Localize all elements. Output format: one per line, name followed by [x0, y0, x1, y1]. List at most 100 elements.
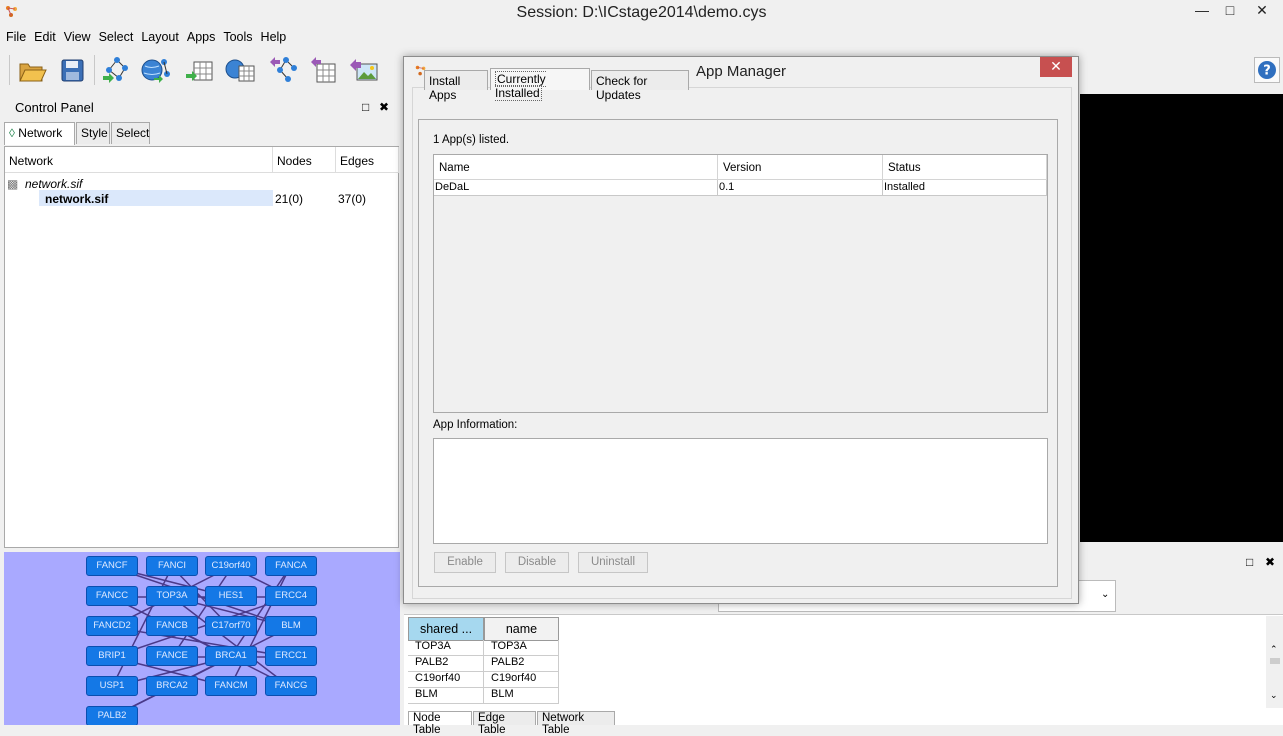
network-view-canvas[interactable] [1080, 94, 1283, 542]
tab-currently-installed-label: Currently Installed [495, 71, 546, 101]
graph-node: BLM [265, 616, 317, 636]
table-cell[interactable]: C19orf40 [484, 672, 559, 688]
close-table-panel-button[interactable]: ✖ [1265, 555, 1275, 569]
tab-node-table[interactable]: Node Table [408, 711, 472, 736]
export-image-icon[interactable] [347, 54, 379, 86]
uninstall-button[interactable]: Uninstall [578, 552, 648, 573]
open-session-icon[interactable] [16, 54, 48, 86]
column-header-name[interactable]: name [484, 617, 559, 641]
column-header-edges[interactable]: Edges [336, 147, 399, 173]
column-header-version[interactable]: Version [718, 155, 883, 180]
table-cell[interactable]: TOP3A [484, 640, 559, 656]
disable-button[interactable]: Disable [505, 552, 569, 573]
tab-network-table[interactable]: Network Table [537, 711, 615, 736]
graph-node: FANCG [265, 676, 317, 696]
network-name[interactable]: network.sif [45, 192, 108, 206]
control-panel: Control Panel □ ✖ ◊ Network Style Select… [0, 96, 402, 550]
import-table-web-icon[interactable] [224, 54, 256, 86]
scroll-up-icon[interactable]: ⌃ [1270, 644, 1278, 655]
minimize-button[interactable]: — [1188, 2, 1216, 20]
save-session-icon[interactable] [56, 54, 88, 86]
app-manager-dialog: App Manager ✕ Install Apps Currently Ins… [403, 56, 1079, 604]
network-edge-count: 37(0) [338, 192, 367, 206]
table-cell[interactable]: BLM [484, 688, 559, 704]
graph-node: FANCA [265, 556, 317, 576]
app-name-cell[interactable]: DeDaL [434, 180, 718, 196]
tab-check-for-updates[interactable]: Check for Updates [591, 70, 689, 102]
tab-network[interactable]: ◊ Network [4, 122, 75, 145]
close-window-button[interactable]: ✕ [1248, 2, 1276, 20]
menu-edit[interactable]: Edit [30, 28, 60, 46]
table-scrollbar[interactable]: ⌃ ⌄ [1266, 616, 1283, 708]
menu-layout[interactable]: Layout [137, 28, 183, 46]
graph-node: FANCM [205, 676, 257, 696]
scroll-thumb[interactable] [1270, 658, 1280, 664]
installed-apps-table: Name Version Status DeDaL 0.1 Installed [433, 154, 1048, 413]
network-node-count: 21(0) [275, 192, 304, 206]
table-cell[interactable]: TOP3A [408, 640, 484, 656]
tab-edge-table[interactable]: Edge Table [473, 711, 536, 736]
menu-tools[interactable]: Tools [219, 28, 256, 46]
chevron-down-icon: ⌄ [1101, 589, 1110, 600]
scroll-down-icon[interactable]: ⌄ [1270, 690, 1278, 701]
table-panel-header: □ ✖ [1080, 552, 1283, 574]
tab-install-apps[interactable]: Install Apps [424, 70, 488, 102]
graph-node: HES1 [205, 586, 257, 606]
app-version-cell[interactable]: 0.1 [718, 180, 883, 196]
float-table-panel-button[interactable]: □ [1246, 555, 1253, 569]
control-panel-title: Control Panel [15, 100, 94, 115]
tab-currently-installed[interactable]: Currently Installed [490, 68, 590, 101]
graph-node: FANCC [86, 586, 138, 606]
graph-node: FANCB [146, 616, 198, 636]
menu-file[interactable]: File [2, 28, 30, 46]
graph-node: FANCE [146, 646, 198, 666]
graph-node: FANCI [146, 556, 198, 576]
apps-count-label: 1 App(s) listed. [433, 134, 510, 146]
table-cell[interactable]: C19orf40 [408, 672, 484, 688]
menu-select[interactable]: Select [95, 28, 138, 46]
graph-node: USP1 [86, 676, 138, 696]
table-cell[interactable]: PALB2 [408, 656, 484, 672]
table-cell[interactable]: PALB2 [484, 656, 559, 672]
svg-text:?: ? [1263, 64, 1271, 79]
column-header-network[interactable]: Network [5, 147, 273, 173]
column-header-name[interactable]: Name [434, 155, 718, 180]
column-header-nodes[interactable]: Nodes [273, 147, 336, 173]
graph-node: TOP3A [146, 586, 198, 606]
app-information-box[interactable] [433, 438, 1048, 544]
menu-help[interactable]: Help [257, 28, 291, 46]
help-icon: ? [1258, 61, 1276, 79]
column-header-shared-name[interactable]: shared ... [408, 617, 484, 641]
graph-node: FANCF [86, 556, 138, 576]
dialog-close-button[interactable]: ✕ [1040, 57, 1072, 77]
graph-node: C19orf40 [205, 556, 257, 576]
close-panel-button[interactable]: ✖ [379, 100, 389, 114]
app-information-label: App Information: [433, 419, 518, 431]
table-cell[interactable]: BLM [408, 688, 484, 704]
network-overview-thumbnail[interactable]: FANCF FANCI C19orf40 FANCA FANCC TOP3A H… [4, 552, 400, 725]
maximize-button[interactable]: □ [1216, 2, 1244, 20]
float-panel-button[interactable]: □ [362, 100, 369, 114]
tab-style[interactable]: Style [76, 122, 110, 144]
tab-select[interactable]: Select [111, 122, 150, 144]
import-table-file-icon[interactable] [184, 54, 216, 86]
export-network-icon[interactable] [268, 54, 300, 86]
window-title-bar: Session: D:\ICstage2014\demo.cys — □ ✕ [0, 0, 1283, 27]
graph-node: BRIP1 [86, 646, 138, 666]
column-header-status[interactable]: Status [883, 155, 1047, 180]
graph-node: BRCA1 [205, 646, 257, 666]
menu-view[interactable]: View [60, 28, 95, 46]
network-collection-name[interactable]: network.sif [25, 177, 82, 191]
enable-button[interactable]: Enable [434, 552, 496, 573]
collection-tree-icon: ▩ [7, 177, 19, 191]
menu-apps[interactable]: Apps [183, 28, 220, 46]
export-table-icon[interactable] [307, 54, 339, 86]
import-network-web-icon[interactable] [140, 54, 172, 86]
toolbar-separator [9, 55, 10, 85]
graph-node: FANCD2 [86, 616, 138, 636]
graph-node: ERCC1 [265, 646, 317, 666]
help-button[interactable]: ? [1254, 57, 1280, 83]
window-title: Session: D:\ICstage2014\demo.cys [516, 4, 767, 21]
app-status-cell[interactable]: Installed [883, 180, 1047, 196]
import-network-file-icon[interactable] [101, 54, 133, 86]
